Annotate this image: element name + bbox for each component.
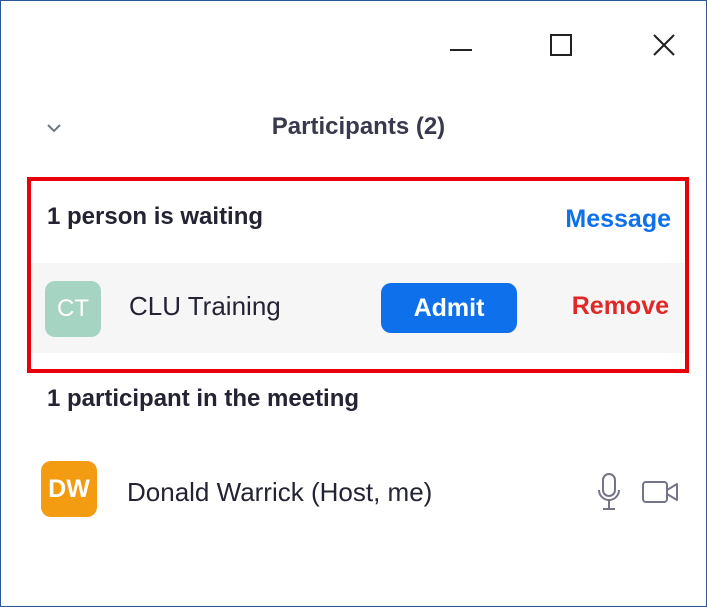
video-camera-icon[interactable] xyxy=(641,479,681,505)
close-icon xyxy=(653,34,675,56)
panel-header: Participants (2) xyxy=(1,101,706,157)
minimize-button[interactable] xyxy=(441,25,481,65)
participant-name: CLU Training xyxy=(129,291,281,321)
message-button[interactable]: Message xyxy=(565,205,671,234)
participant-row[interactable]: DW Donald Warrick (Host, me) xyxy=(1,453,706,529)
maximize-button[interactable] xyxy=(541,25,581,65)
close-button[interactable] xyxy=(644,25,684,65)
avatar: DW xyxy=(41,461,97,517)
in-meeting-title: 1 participant in the meeting xyxy=(47,385,360,412)
waiting-header: 1 person is waiting Message xyxy=(31,181,685,263)
waiting-title: 1 person is waiting xyxy=(47,203,264,230)
maximize-icon xyxy=(550,34,572,56)
participants-window: Participants (2) 1 person is waiting Mes… xyxy=(0,0,707,607)
minimize-icon xyxy=(450,49,472,51)
panel-title: Participants (2) xyxy=(271,113,446,140)
waiting-room-section: 1 person is waiting Message CT CLU Train… xyxy=(27,177,689,373)
admit-button[interactable]: Admit xyxy=(381,283,517,333)
remove-button[interactable]: Remove xyxy=(572,292,669,321)
avatar: CT xyxy=(45,281,101,337)
title-bar xyxy=(1,1,706,81)
participant-name: Donald Warrick (Host, me) xyxy=(127,477,433,507)
waiting-participant-row[interactable]: CT CLU Training Admit Remove xyxy=(31,263,685,353)
microphone-icon[interactable] xyxy=(597,473,621,511)
